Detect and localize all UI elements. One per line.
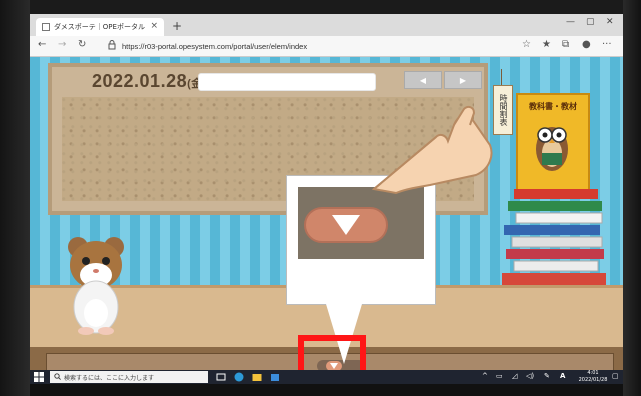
profile-icon[interactable]: ● — [582, 39, 591, 50]
volume-icon[interactable]: ◁) — [526, 372, 534, 380]
store-icon[interactable] — [270, 372, 280, 382]
zoomed-expand-button — [304, 207, 388, 243]
refresh-icon[interactable]: ↻ — [78, 39, 86, 50]
device-bezel-right — [623, 0, 641, 396]
battery-icon[interactable]: ▭ — [496, 372, 503, 380]
forward-icon[interactable]: → — [58, 39, 66, 50]
taskbar-clock[interactable]: 4:01 2022/01/28 — [578, 370, 608, 384]
device-bezel-left — [0, 0, 30, 396]
windows-taskbar: 検索するには、ここに入力します ^ ▭ ◿ ◁) ✎ A 4:01 2022/0… — [30, 370, 623, 384]
more-options-icon[interactable]: ··· — [602, 39, 612, 50]
collections-icon[interactable]: ⧉ — [562, 39, 569, 50]
notifications-icon[interactable]: ▢ — [612, 372, 619, 380]
tab-close-icon[interactable]: × — [150, 21, 158, 31]
minimize-icon[interactable]: — — [566, 17, 575, 27]
back-icon[interactable]: ← — [38, 39, 46, 50]
ime-indicator[interactable]: A — [560, 372, 565, 380]
new-tab-icon[interactable]: + — [172, 19, 182, 33]
screen: ダメスポーテ｜OPEポータル × + — ▢ ✕ ← → ↻ https://r… — [30, 14, 623, 384]
browser-addressbar: ← → ↻ https://r03-portal.opesystem.com/p… — [30, 36, 623, 57]
favorites-icon[interactable]: ★ — [542, 39, 551, 50]
tab-title: ダメスポーテ｜OPEポータル — [54, 23, 145, 31]
tray-chevron-icon[interactable]: ^ — [482, 372, 488, 380]
edge-icon[interactable] — [234, 372, 244, 382]
books-stack-icon — [502, 189, 606, 285]
lock-icon — [108, 40, 116, 50]
browser-tab[interactable]: ダメスポーテ｜OPEポータル × — [36, 18, 164, 36]
clock-time: 4:01 — [587, 370, 599, 376]
network-icon[interactable]: ◿ — [512, 372, 517, 380]
portal-page: 2022.01.28(金) ◀ ▶ 時間割表 教科書・教材 — [30, 57, 623, 384]
url-input[interactable]: https://r03-portal.opesystem.com/portal/… — [122, 39, 482, 53]
pointing-hand-icon — [371, 105, 493, 195]
pen-icon[interactable]: ✎ — [544, 372, 550, 380]
chevron-down-icon — [332, 215, 360, 235]
page-favicon-icon — [42, 23, 50, 31]
task-view-icon[interactable] — [216, 372, 226, 382]
reading-view-icon[interactable]: ☆ — [522, 39, 531, 50]
tag-string — [501, 69, 502, 85]
hamster-icon — [68, 237, 124, 335]
clock-date: 2022/01/28 — [578, 377, 608, 383]
owl-icon — [536, 127, 568, 171]
page-date: 2022.01.28(金) — [92, 71, 207, 92]
search-icon — [54, 373, 61, 380]
file-explorer-icon[interactable] — [252, 372, 262, 382]
taskbar-search-input[interactable]: 検索するには、ここに入力します — [50, 371, 208, 383]
search-placeholder: 検索するには、ここに入力します — [64, 374, 155, 382]
timetable-button[interactable]: 時間割表 — [493, 85, 513, 135]
message-field[interactable] — [198, 73, 376, 91]
maximize-icon[interactable]: ▢ — [586, 17, 595, 27]
date-value: 2022.01.28 — [92, 71, 188, 91]
browser-tabbar: ダメスポーテ｜OPEポータル × + — ▢ ✕ — [30, 14, 623, 36]
windows-start-icon[interactable] — [34, 372, 44, 382]
textbook-label: 教科書・教材 — [529, 102, 577, 111]
textbook-button[interactable]: 教科書・教材 — [516, 93, 590, 191]
close-window-icon[interactable]: ✕ — [606, 17, 614, 27]
